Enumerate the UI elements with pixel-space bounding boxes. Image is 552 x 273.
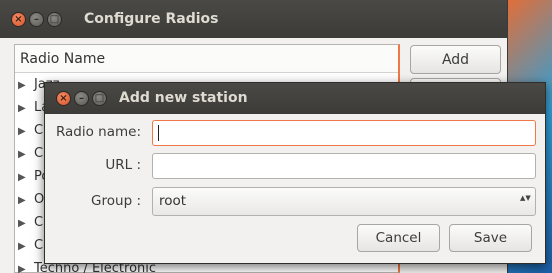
group-select[interactable]: root ▲▼ xyxy=(152,187,536,216)
text-caret xyxy=(158,125,159,141)
dialog-titlebar[interactable]: × – □ Add new station xyxy=(45,83,545,114)
configure-radios-titlebar[interactable]: × – □ Configure Radios xyxy=(0,0,507,38)
url-input[interactable] xyxy=(152,153,536,179)
add-station-dialog: × – □ Add new station Radio name: URL : … xyxy=(44,82,546,264)
column-header-radio-name[interactable]: Radio Name xyxy=(15,45,398,73)
expander-icon[interactable]: ▶ xyxy=(18,212,34,234)
group-selected-value: root xyxy=(159,193,187,209)
close-icon[interactable]: × xyxy=(56,91,71,106)
dialog-window-controls: × – □ xyxy=(56,91,107,106)
expander-icon[interactable]: ▶ xyxy=(18,143,34,165)
window-title: Configure Radios xyxy=(84,11,219,27)
dialog-title: Add new station xyxy=(119,90,248,106)
expander-icon[interactable]: ▶ xyxy=(18,235,34,257)
radio-name-label: Radio name: xyxy=(55,124,141,140)
group-label: Group : xyxy=(91,193,141,209)
url-label: URL : xyxy=(105,157,141,173)
cancel-button[interactable]: Cancel xyxy=(357,224,440,252)
expander-icon[interactable]: ▶ xyxy=(18,74,34,96)
expander-icon[interactable]: ▶ xyxy=(18,189,34,211)
expander-icon[interactable]: ▶ xyxy=(18,120,34,142)
maximize-icon[interactable]: □ xyxy=(47,12,62,27)
expander-icon[interactable]: ▶ xyxy=(18,166,34,188)
window-controls: × – □ xyxy=(11,12,62,27)
expander-icon[interactable]: ▶ xyxy=(18,258,34,273)
add-button[interactable]: Add xyxy=(410,45,501,74)
save-button[interactable]: Save xyxy=(449,224,532,252)
minimize-icon[interactable]: – xyxy=(74,91,89,106)
maximize-icon[interactable]: □ xyxy=(92,91,107,106)
expander-icon[interactable]: ▶ xyxy=(18,97,34,119)
combo-arrows-icon: ▲▼ xyxy=(520,194,531,202)
radio-name-input[interactable] xyxy=(152,120,536,146)
close-icon[interactable]: × xyxy=(11,12,26,27)
minimize-icon[interactable]: – xyxy=(29,12,44,27)
